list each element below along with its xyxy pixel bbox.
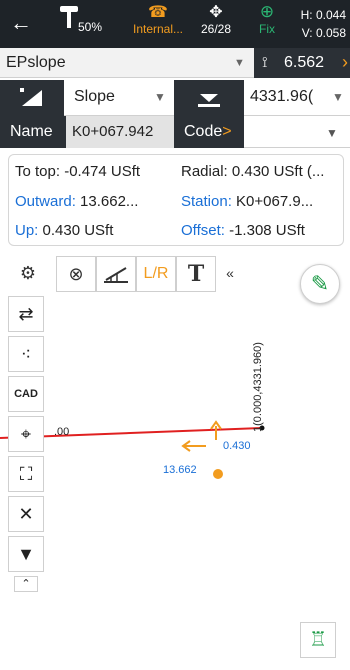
map-up-value: 0.430 — [223, 440, 251, 452]
back-arrow-icon[interactable]: ← — [10, 10, 32, 36]
battery-percent: 50% — [78, 20, 103, 34]
up-value: 0.430 USft — [42, 222, 114, 239]
pole-height-icon: ⟟ — [262, 54, 268, 71]
stakeout-info-panel: To top: -0.474 USft Radial: 0.430 USft (… — [8, 154, 344, 246]
satellite-icon: ✥ — [209, 4, 223, 21]
map-canvas[interactable] — [0, 250, 350, 670]
antenna-height-value: 6.562 — [284, 54, 325, 71]
center-collapse-icon[interactable]: ✕ — [8, 496, 44, 532]
instrument-icon[interactable]: ♖ — [300, 622, 336, 658]
gnss-antenna-icon[interactable] — [58, 4, 80, 33]
points-cluster-icon[interactable]: ⁖ — [8, 336, 44, 372]
chevron-down-icon[interactable]: ▼ — [234, 57, 245, 69]
type-select[interactable]: Slope — [74, 88, 115, 106]
status-bar: ← 50% ☎ Internal... ✥ 26/28 ⊕ Fix H: 0.0… — [0, 0, 350, 48]
slope-icon-svg — [20, 88, 42, 106]
station-value: K0+067.9... — [236, 193, 314, 210]
antenna-height-button[interactable]: ⟟ 6.562 › — [254, 48, 350, 78]
mode-row: Slope ▼ 4331.96( ▼ — [0, 80, 350, 116]
chevron-down-icon[interactable]: ▼ — [154, 90, 166, 104]
h-precision: H: 0.044 — [300, 8, 346, 22]
station-label: Station: — [181, 193, 232, 210]
code-arrow: > — [222, 123, 232, 140]
map-pin-layer-icon[interactable]: ⌖ — [8, 416, 44, 452]
offset-value: -1.308 USft — [229, 222, 305, 239]
expand-up-icon[interactable]: ⌃ — [14, 576, 38, 592]
name-input[interactable]: K0+067.942 — [66, 116, 174, 148]
up-row: Up: 0.430 USft — [15, 222, 175, 239]
slope-profile-icon-svg — [104, 267, 128, 283]
slope-mode-icon[interactable] — [0, 80, 64, 116]
code-button[interactable]: Code> — [174, 116, 244, 148]
radial-value: Radial: 0.430 USft (... — [181, 163, 325, 180]
v-precision: V: 0.058 — [301, 26, 346, 40]
offset-row: Offset: -1.308 USft — [181, 222, 341, 239]
up-label: Up: — [15, 222, 39, 239]
slope-profile-icon[interactable] — [96, 256, 136, 292]
crosshair-icon: ⊕ — [259, 2, 275, 21]
map-point-label: 1(0.000,4331.960) — [252, 342, 264, 432]
outward-row: Outward: 13.662... — [15, 193, 175, 210]
chevron-down-icon[interactable]: ▼ — [326, 126, 338, 140]
point-row: Name K0+067.942 Code> ▼ — [0, 116, 350, 148]
fix-label: Fix — [259, 22, 275, 36]
collapse-toolbar-icon[interactable]: « — [216, 256, 244, 292]
current-position-marker — [213, 469, 223, 479]
code-input[interactable] — [250, 123, 320, 143]
cad-icon[interactable]: CAD — [8, 376, 44, 412]
edge-label: .00 — [54, 426, 70, 438]
fullscreen-icon[interactable]: ⛶ — [8, 456, 44, 492]
station-row: Station: K0+067.9... — [181, 193, 341, 210]
swap-direction-icon[interactable]: ⇄ — [8, 296, 44, 332]
project-row: EPslope ▼ ⟟ 6.562 › — [0, 48, 350, 78]
survey-stake-icon[interactable]: ✎ — [300, 264, 340, 304]
settings-gear-icon[interactable]: ⚙ — [8, 256, 48, 292]
satellite-count: 26/28 — [200, 22, 232, 36]
elevation-icon-svg — [198, 94, 220, 107]
clear-circle-x-icon[interactable]: ⊗ — [56, 256, 96, 292]
chevron-down-icon[interactable]: ▼ — [332, 90, 344, 104]
name-label: Name — [0, 116, 66, 148]
elevation-value[interactable]: 4331.96( — [250, 88, 313, 106]
radio-link[interactable]: ☎ Internal... — [128, 2, 188, 36]
left-right-toggle[interactable]: L/R — [136, 256, 176, 292]
project-name[interactable]: EPslope — [6, 54, 66, 72]
radio-icon: ☎ — [148, 4, 168, 21]
fix-status[interactable]: ⊕ Fix — [252, 2, 282, 36]
outward-label: Outward: — [15, 193, 76, 210]
offset-label: Offset: — [181, 222, 225, 239]
satellite-status[interactable]: ✥ 26/28 — [196, 2, 236, 36]
chevron-right-icon: › — [342, 52, 348, 72]
signal-cone-icon[interactable]: ▼ — [8, 536, 44, 572]
side-toolbar: ⇄ ⁖ CAD ⌖ ⛶ ✕ ▼ ⌃ — [8, 296, 44, 596]
text-toggle[interactable]: T — [176, 256, 216, 292]
outward-value: 13.662... — [80, 193, 139, 210]
radio-label: Internal... — [132, 22, 184, 36]
elevation-icon — [174, 80, 244, 116]
map-outward-value: 13.662 — [163, 464, 197, 476]
to-top-value: To top: -0.474 USft — [15, 163, 141, 180]
code-label: Code — [184, 123, 223, 140]
gnss-antenna-icon-svg — [60, 6, 78, 28]
